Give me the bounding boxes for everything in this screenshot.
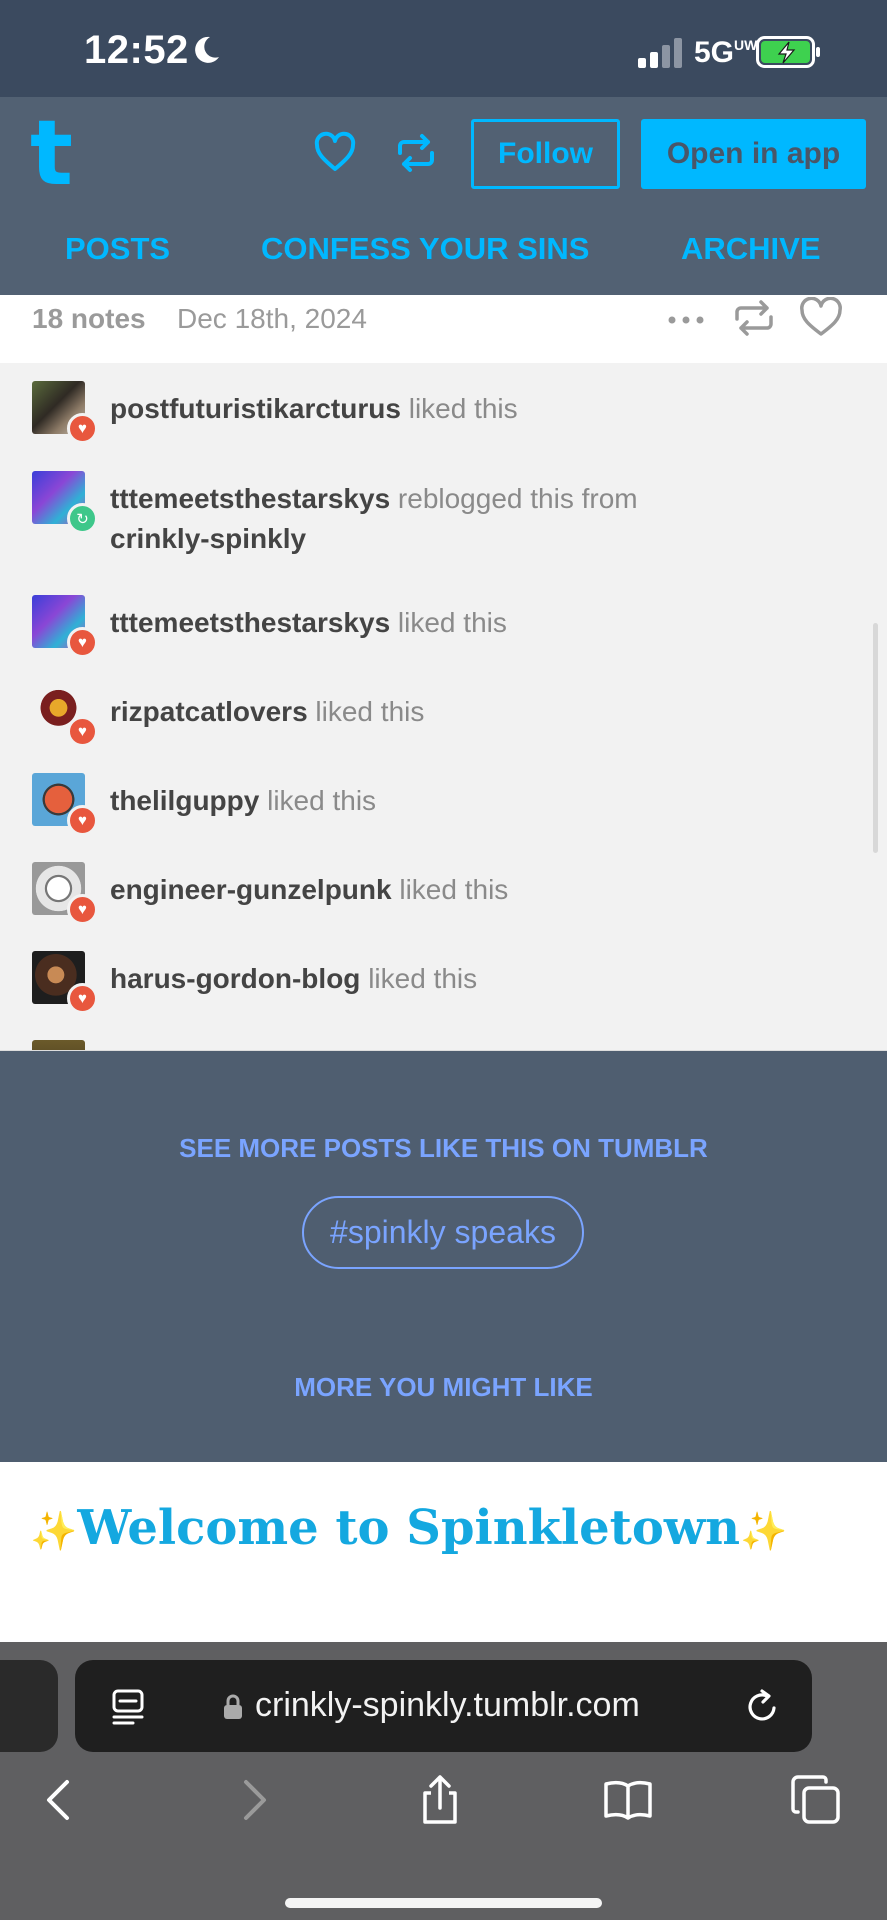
heart-icon[interactable] (313, 131, 357, 175)
tabs-icon[interactable] (790, 1774, 842, 1826)
note-username[interactable]: postfuturistikarcturus (110, 393, 401, 424)
avatar[interactable] (32, 1040, 85, 1050)
note-action: liked this (267, 785, 377, 816)
welcome-title: ✨Welcome to Spinkletown✨ (30, 1500, 787, 1556)
sparkle-icon: ✨ (30, 1508, 78, 1553)
home-indicator[interactable] (285, 1898, 602, 1908)
tab-archive[interactable]: ARCHIVE (681, 231, 821, 267)
reload-icon[interactable] (745, 1688, 781, 1726)
post-footer: 18 notes Dec 18th, 2024 (0, 295, 887, 363)
see-more-heading: SEE MORE POSTS LIKE THIS ON TUMBLR (179, 1133, 708, 1163)
note-action: reblogged this from (397, 483, 638, 514)
like-badge-icon: ♥ (67, 983, 98, 1014)
note-action: liked this (397, 607, 507, 638)
network-type: 5G (694, 36, 735, 69)
share-icon[interactable] (414, 1774, 466, 1826)
note-action: liked this (368, 963, 478, 994)
note-username[interactable]: thelilguppy (110, 785, 259, 816)
previous-tab-peek[interactable] (0, 1660, 58, 1752)
note-username[interactable]: tttemeetsthestarskys (110, 483, 390, 514)
note-username[interactable]: rizpatcatlovers (110, 696, 308, 727)
tab-posts[interactable]: POSTS (65, 231, 170, 267)
tumblr-logo[interactable]: t (30, 109, 73, 199)
bookmarks-icon[interactable] (602, 1774, 654, 1826)
moon-icon (195, 36, 219, 63)
battery-icon (756, 36, 820, 68)
sparkle-icon: ✨ (740, 1508, 788, 1553)
tab-confess-your-sins[interactable]: CONFESS YOUR SINS (261, 231, 589, 267)
notes-count[interactable]: 18 notes (32, 303, 146, 335)
note-action: liked this (408, 393, 518, 424)
network-label: 5GUW (694, 36, 758, 70)
note-action: liked this (399, 874, 509, 905)
note-text: engineer-gunzelpunk liked this (110, 870, 850, 910)
note-action: liked this (315, 696, 425, 727)
like-badge-icon: ♥ (67, 716, 98, 747)
follow-button[interactable]: Follow (471, 119, 620, 189)
note-text: tttemeetsthestarskys liked this (110, 603, 850, 643)
like-badge-icon: ♥ (67, 413, 98, 444)
reblog-badge-icon: ↻ (67, 503, 98, 534)
status-time: 12:52 (84, 28, 189, 72)
like-badge-icon: ♥ (67, 805, 98, 836)
url-text[interactable]: crinkly-spinkly.tumblr.com (255, 1686, 640, 1725)
like-badge-icon: ♥ (67, 894, 98, 925)
forward-icon[interactable] (228, 1774, 280, 1826)
note-text: thelilguppy liked this (110, 781, 850, 821)
post-date: Dec 18th, 2024 (177, 303, 367, 334)
note-text: postfuturistikarcturus liked this (110, 389, 850, 429)
reblog-post-icon[interactable] (731, 297, 777, 337)
welcome-text: Welcome to Spinkletown (77, 1500, 741, 1556)
more-options-icon[interactable] (663, 297, 709, 337)
reader-mode-icon[interactable] (111, 1688, 145, 1726)
blog-description: ✨Welcome to Spinkletown✨ (0, 1462, 887, 1642)
note-source-username[interactable]: crinkly-spinkly (110, 523, 306, 554)
blog-header: t Follow Open in app POSTS CONFESS YOUR … (0, 97, 887, 295)
like-badge-icon: ♥ (67, 627, 98, 658)
address-bar[interactable]: crinkly-spinkly.tumblr.com (75, 1660, 812, 1752)
browser-toolbar: crinkly-spinkly.tumblr.com (0, 1642, 887, 1920)
note-username[interactable]: tttemeetsthestarskys (110, 607, 390, 638)
note-text: harus-gordon-blog liked this (110, 959, 850, 999)
signal-icon (638, 38, 682, 68)
lock-icon (224, 1694, 242, 1719)
back-icon[interactable] (33, 1774, 85, 1826)
note-username[interactable]: engineer-gunzelpunk (110, 874, 392, 905)
reblog-icon[interactable] (394, 131, 438, 175)
network-suffix: UW (734, 37, 758, 53)
notes-list: ♥ postfuturistikarcturus liked this ↻ tt… (0, 363, 887, 1051)
status-bar: 12:52 5GUW (0, 0, 887, 97)
note-text: tttemeetsthestarskys reblogged this from… (110, 479, 850, 559)
more-you-might-like-heading: MORE YOU MIGHT LIKE (294, 1372, 593, 1402)
note-username[interactable]: harus-gordon-blog (110, 963, 360, 994)
like-post-icon[interactable] (798, 297, 844, 337)
open-in-app-button[interactable]: Open in app (641, 119, 866, 189)
note-text: rizpatcatlovers liked this (110, 692, 850, 732)
tag-pill-spinkly-speaks[interactable]: #spinkly speaks (302, 1196, 584, 1269)
scrollbar[interactable] (873, 623, 878, 853)
